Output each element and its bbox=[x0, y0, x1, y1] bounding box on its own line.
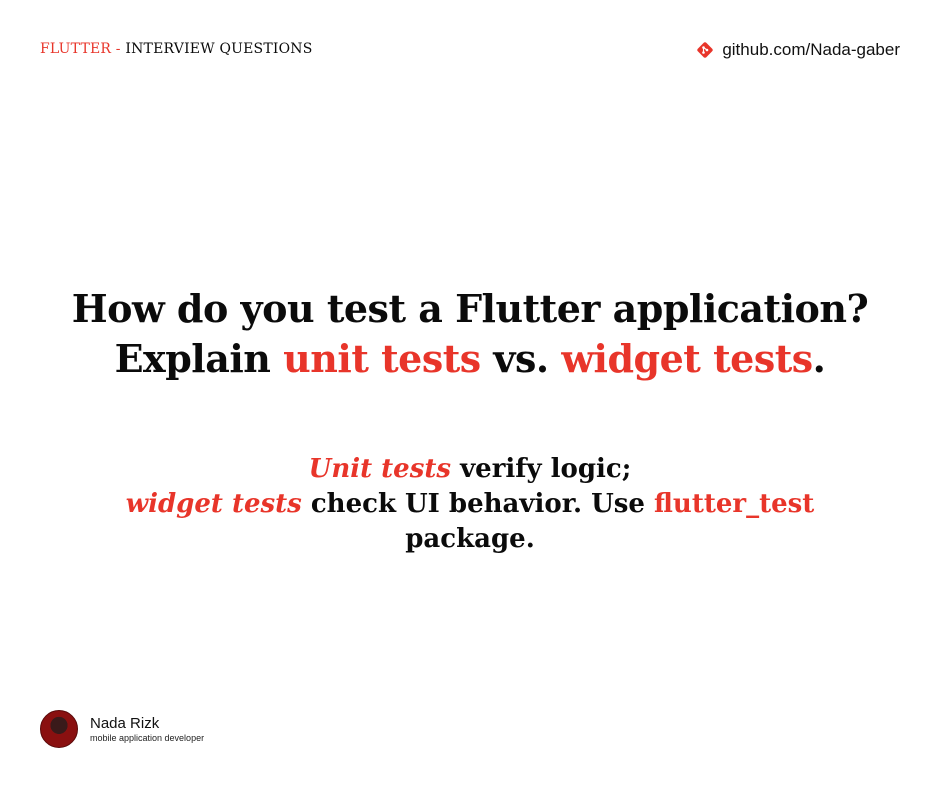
brand-label: FLUTTER bbox=[40, 41, 112, 57]
header-separator: - bbox=[111, 41, 126, 57]
author-info: Nada Rizk mobile application developer bbox=[90, 715, 204, 744]
question-line-2: Explain unit tests vs. widget tests. bbox=[0, 334, 940, 384]
answer-text-2: check UI behavior. Use bbox=[301, 489, 655, 519]
answer-text: Unit tests verify logic; widget tests ch… bbox=[0, 452, 940, 557]
question-line-1: How do you test a Flutter application? bbox=[71, 286, 869, 331]
term-widget-tests: widget tests bbox=[561, 336, 813, 381]
github-link-text: github.com/Nada-gaber bbox=[722, 40, 900, 59]
git-icon bbox=[697, 42, 713, 58]
question-heading: How do you test a Flutter application? E… bbox=[0, 284, 940, 384]
header-topic: FLUTTER - INTERVIEW QUESTIONS bbox=[40, 41, 313, 57]
answer-text-1: verify logic; bbox=[451, 454, 632, 484]
question-middle: vs. bbox=[480, 336, 562, 381]
github-link[interactable]: github.com/Nada-gaber bbox=[696, 40, 900, 60]
answer-line-1: Unit tests verify logic; bbox=[0, 452, 940, 487]
answer-unit-tests: Unit tests bbox=[308, 454, 452, 484]
author-card: Nada Rizk mobile application developer bbox=[40, 710, 204, 748]
answer-line-2: widget tests check UI behavior. Use flut… bbox=[0, 487, 940, 522]
term-unit-tests: unit tests bbox=[283, 336, 481, 381]
answer-package-name: flutter_test bbox=[654, 489, 815, 519]
answer-line-3: package. bbox=[405, 524, 535, 554]
topic-label: INTERVIEW QUESTIONS bbox=[125, 41, 313, 57]
question-prefix: Explain bbox=[114, 336, 284, 381]
avatar bbox=[40, 710, 78, 748]
question-end: . bbox=[812, 336, 826, 381]
author-role: mobile application developer bbox=[90, 732, 205, 743]
author-name: Nada Rizk bbox=[90, 714, 160, 732]
answer-widget-tests: widget tests bbox=[125, 489, 302, 519]
